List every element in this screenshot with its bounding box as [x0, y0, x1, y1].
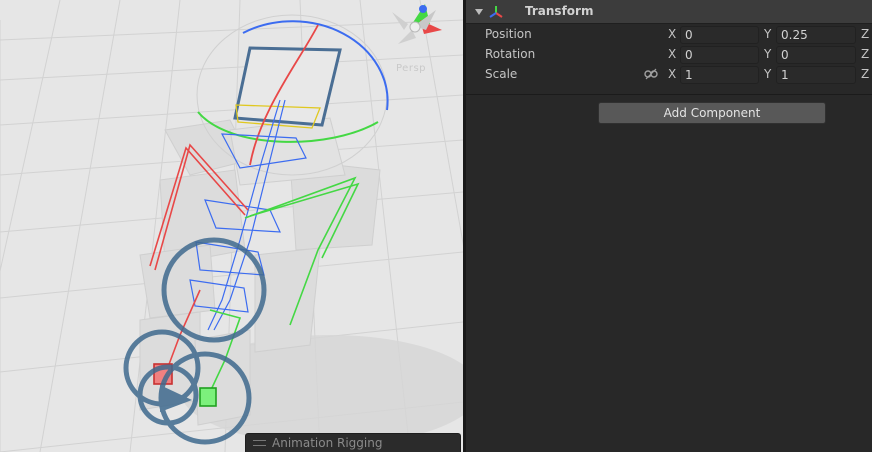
- position-z-axis-label[interactable]: Z: [861, 27, 869, 41]
- rotation-x-axis-label[interactable]: X: [668, 47, 676, 61]
- drag-handle-icon[interactable]: [253, 440, 266, 446]
- scale-x-field[interactable]: 1: [680, 66, 759, 84]
- transform-icon: [489, 6, 503, 18]
- constrain-proportions-link-icon[interactable]: [644, 67, 658, 81]
- rotation-row: Rotation X 0 Y 0 Z: [466, 45, 872, 65]
- scale-z-axis-label[interactable]: Z: [861, 67, 869, 81]
- scale-x-axis-label[interactable]: X: [668, 67, 676, 81]
- position-row: Position X 0 Y 0.25 Z: [466, 25, 872, 45]
- transform-component-header[interactable]: Transform: [466, 0, 872, 24]
- scene-viewport[interactable]: [0, 0, 463, 452]
- rotation-y-field[interactable]: 0: [776, 46, 856, 64]
- rotation-z-axis-label[interactable]: Z: [861, 47, 869, 61]
- scale-y-axis-label[interactable]: Y: [764, 67, 771, 81]
- add-component-button[interactable]: Add Component: [598, 102, 826, 124]
- scale-label: Scale: [485, 67, 518, 81]
- foldout-arrow-icon[interactable]: [475, 9, 483, 15]
- overlay-tab-label: Animation Rigging: [272, 436, 383, 450]
- scale-y-field[interactable]: 1: [776, 66, 856, 84]
- component-divider: [466, 94, 872, 95]
- inspector-panel: Transform Position X 0 Y 0.25 Z Rotation…: [466, 0, 872, 452]
- component-title: Transform: [525, 4, 594, 18]
- rotation-label: Rotation: [485, 47, 536, 61]
- rotation-x-field[interactable]: 0: [680, 46, 759, 64]
- head-bone-selected[interactable]: [233, 46, 342, 129]
- position-y-axis-label[interactable]: Y: [764, 27, 771, 41]
- position-label: Position: [485, 27, 532, 41]
- projection-label[interactable]: Persp: [396, 63, 426, 74]
- scale-row: Scale X 1 Y 1 Z: [466, 65, 872, 85]
- position-x-field[interactable]: 0: [680, 26, 759, 44]
- position-x-axis-label[interactable]: X: [668, 27, 676, 41]
- rotation-y-axis-label[interactable]: Y: [764, 47, 771, 61]
- animation-rigging-overlay-tab[interactable]: Animation Rigging: [245, 433, 461, 452]
- scene-view[interactable]: Persp Animation Rigging: [0, 0, 463, 452]
- view-orientation-gizmo[interactable]: [392, 4, 442, 44]
- position-y-field[interactable]: 0.25: [776, 26, 856, 44]
